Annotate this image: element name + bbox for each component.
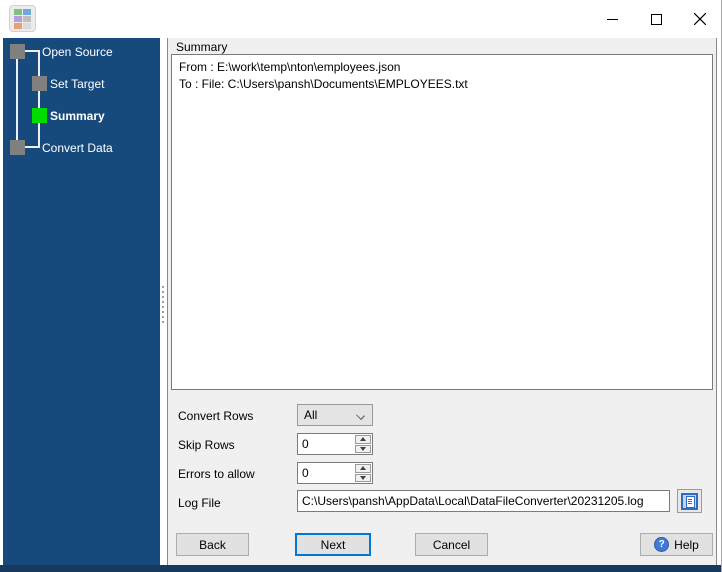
skip-rows-input[interactable]: [298, 434, 355, 454]
spin-up-icon: [360, 437, 366, 442]
help-icon: ?: [654, 537, 670, 552]
spin-down-icon: [360, 475, 366, 480]
splitter-grip: [162, 286, 164, 323]
log-file-label: Log File: [178, 496, 221, 510]
errors-to-allow-spinner: [297, 462, 373, 484]
panel-title: Summary: [176, 40, 228, 54]
minimize-button[interactable]: [590, 0, 634, 38]
skip-rows-spin-buttons: [355, 435, 371, 453]
window-bottom-edge: [0, 565, 721, 572]
step-connector-line: [16, 59, 18, 141]
data-file-converter-window: Open Source Set Target Summary Convert D…: [0, 0, 722, 572]
errors-to-allow-label: Errors to allow: [178, 467, 255, 481]
convert-rows-dropdown[interactable]: All: [297, 404, 373, 426]
cancel-button-label: Cancel: [432, 537, 471, 552]
minimize-icon: [606, 18, 618, 20]
step-marker-set-target: [32, 76, 47, 91]
skip-rows-increment-button[interactable]: [355, 435, 371, 444]
back-button-label: Back: [199, 537, 226, 552]
errors-to-allow-spin-buttons: [355, 464, 371, 482]
summary-textarea[interactable]: From : E:\work\temp\nton\employees.json …: [171, 54, 713, 390]
errors-to-allow-decrement-button[interactable]: [355, 473, 371, 482]
maximize-button[interactable]: [634, 0, 678, 38]
title-bar: [0, 0, 721, 38]
log-file-browse-icon: [681, 492, 698, 510]
sidebar-item-convert-data[interactable]: Convert Data: [42, 141, 113, 155]
app-icon-grid: [14, 8, 31, 29]
sidebar-item-summary[interactable]: Summary: [50, 109, 105, 123]
convert-rows-value: All: [304, 408, 318, 422]
close-button[interactable]: [678, 0, 721, 38]
errors-to-allow-increment-button[interactable]: [355, 464, 371, 473]
wizard-steps-sidebar: Open Source Set Target Summary Convert D…: [3, 38, 160, 565]
convert-rows-label: Convert Rows: [178, 409, 254, 423]
errors-to-allow-input[interactable]: [298, 463, 355, 483]
next-button[interactable]: Next: [295, 533, 371, 556]
help-button[interactable]: ? Help: [640, 533, 713, 556]
log-file-browse-button[interactable]: [677, 489, 702, 513]
step-marker-open-source: [10, 44, 25, 59]
summary-line-to: To : File: C:\Users\pansh\Documents\EMPL…: [179, 77, 468, 91]
maximize-icon: [650, 13, 662, 25]
cancel-button[interactable]: Cancel: [415, 533, 488, 556]
log-file-input[interactable]: [297, 490, 670, 512]
step-connector-line: [38, 50, 40, 148]
summary-line-from: From : E:\work\temp\nton\employees.json: [179, 60, 401, 74]
help-button-label: Help: [674, 537, 699, 552]
step-marker-summary: [32, 108, 47, 123]
next-button-label: Next: [320, 537, 346, 552]
sidebar-item-open-source[interactable]: Open Source: [42, 45, 113, 59]
spin-up-icon: [360, 466, 366, 471]
back-button[interactable]: Back: [176, 533, 249, 556]
chevron-down-icon: [356, 411, 365, 420]
app-icon: [9, 5, 36, 32]
close-icon: [694, 13, 706, 25]
sidebar-item-set-target[interactable]: Set Target: [50, 77, 104, 91]
summary-panel: Summary From : E:\work\temp\nton\employe…: [167, 38, 717, 565]
step-marker-convert-data: [10, 140, 25, 155]
step-connector-line: [25, 146, 40, 148]
step-connector-line: [25, 50, 40, 52]
skip-rows-label: Skip Rows: [178, 438, 235, 452]
sidebar-splitter[interactable]: [160, 38, 167, 565]
window-controls: [590, 0, 721, 38]
skip-rows-decrement-button[interactable]: [355, 444, 371, 453]
skip-rows-spinner: [297, 433, 373, 455]
spin-down-icon: [360, 446, 366, 451]
